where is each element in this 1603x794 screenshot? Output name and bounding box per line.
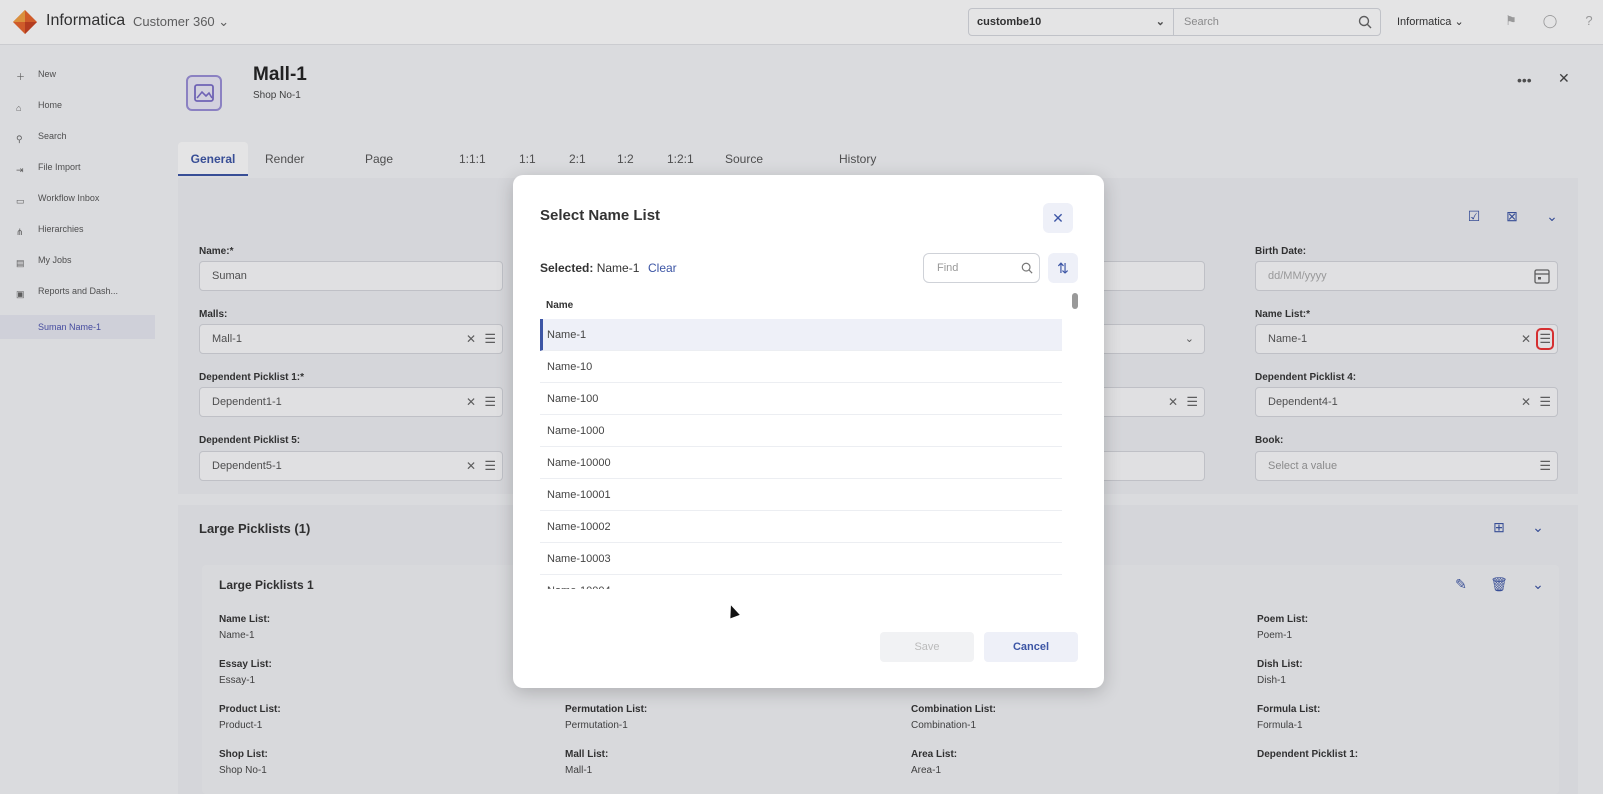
clear-link[interactable]: Clear	[648, 261, 677, 275]
search-icon	[1021, 262, 1033, 274]
list-item[interactable]: Name-100	[540, 383, 1062, 415]
save-button[interactable]: Save	[880, 632, 974, 662]
list-item[interactable]: Name-10003	[540, 543, 1062, 575]
close-icon[interactable]: ✕	[1043, 203, 1073, 233]
selected-value: Name-1	[596, 261, 640, 275]
cancel-button[interactable]: Cancel	[984, 632, 1078, 662]
list-item[interactable]: Name-10000	[540, 447, 1062, 479]
list-item[interactable]: Name-10001	[540, 479, 1062, 511]
sort-icon[interactable]: ⇅	[1048, 253, 1078, 283]
list-item[interactable]: Name-1000	[540, 415, 1062, 447]
column-header-name: Name	[546, 300, 574, 311]
selected-summary: Selected: Name-1	[540, 261, 639, 275]
name-list: Name-1 Name-10 Name-100 Name-1000 Name-1…	[540, 319, 1062, 589]
find-placeholder: Find	[937, 262, 959, 274]
find-input[interactable]: Find	[923, 253, 1040, 283]
selected-label: Selected:	[540, 261, 594, 275]
scrollbar[interactable]	[1072, 293, 1078, 309]
list-item[interactable]: Name-10	[540, 351, 1062, 383]
select-name-list-dialog: Select Name List ✕ Selected: Name-1 Clea…	[513, 175, 1104, 688]
list-item[interactable]: Name-10004	[540, 575, 1062, 589]
list-item[interactable]: Name-10002	[540, 511, 1062, 543]
dialog-title: Select Name List	[540, 207, 661, 224]
list-item[interactable]: Name-1	[540, 319, 1062, 351]
